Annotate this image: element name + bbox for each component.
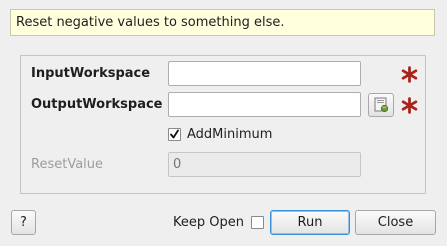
input-workspace-label: InputWorkspace [31,66,151,81]
checkmark-icon [170,129,179,139]
output-workspace-field[interactable] [168,92,361,117]
required-asterisk-icon [401,66,418,83]
run-button[interactable]: Run [270,210,350,235]
input-workspace-field[interactable] [168,61,361,86]
add-minimum-label: AddMinimum [187,127,273,142]
browse-file-icon [374,97,389,113]
close-button[interactable]: Close [355,210,436,235]
output-workspace-label: OutputWorkspace [31,97,163,112]
reset-value-label: ResetValue [31,157,104,172]
help-button[interactable]: ? [11,210,36,235]
reset-value-field[interactable] [168,152,361,177]
algorithm-description: Reset negative values to something else. [10,9,435,36]
keep-open-checkbox[interactable] [251,216,264,229]
add-minimum-checkbox[interactable] [168,128,181,141]
browse-button[interactable] [368,93,394,117]
required-asterisk-icon [401,97,418,114]
keep-open-label: Keep Open [173,215,244,230]
